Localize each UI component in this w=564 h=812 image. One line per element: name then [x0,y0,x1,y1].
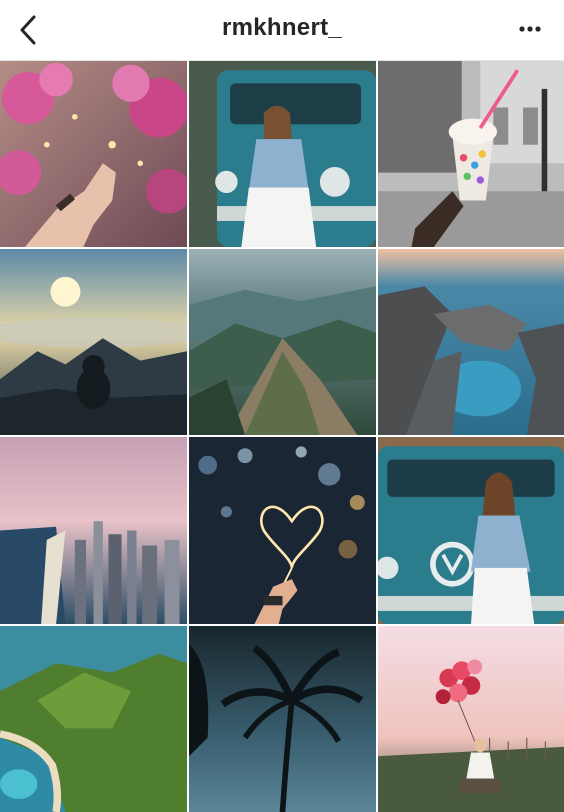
post-grid [0,61,564,812]
post-thumbnail[interactable] [189,249,376,435]
post-image-heart-sparkler [189,437,376,624]
post-image-ice-cream [378,61,564,247]
post-image-van-woman-closeup [378,437,564,624]
post-thumbnail[interactable] [189,626,376,812]
post-thumbnail[interactable] [189,61,376,247]
post-thumbnail[interactable] [378,437,564,624]
post-thumbnail[interactable] [0,249,187,435]
post-image-green-island [0,626,187,812]
profile-header: rmkhnert_ [0,0,564,61]
profile-username: rmkhnert_ [221,14,343,41]
post-thumbnail[interactable] [0,437,187,624]
post-image-palm-tree [189,626,376,812]
post-thumbnail[interactable] [378,61,564,247]
post-image-mountain-sunrise [0,249,187,435]
post-image-city-coastline [0,437,187,624]
post-image-rocky-coast [378,249,564,435]
more-horizontal-icon [519,26,541,32]
post-thumbnail[interactable] [378,626,564,812]
post-image-bougainvillea [0,61,187,247]
more-options-button[interactable] [516,16,546,42]
post-image-van-woman [189,61,376,247]
post-image-balloons [378,626,564,812]
post-thumbnail[interactable] [0,61,187,247]
post-thumbnail[interactable] [0,626,187,812]
post-image-aerial-mountains [189,249,376,435]
post-thumbnail[interactable] [378,249,564,435]
post-thumbnail[interactable] [189,437,376,624]
